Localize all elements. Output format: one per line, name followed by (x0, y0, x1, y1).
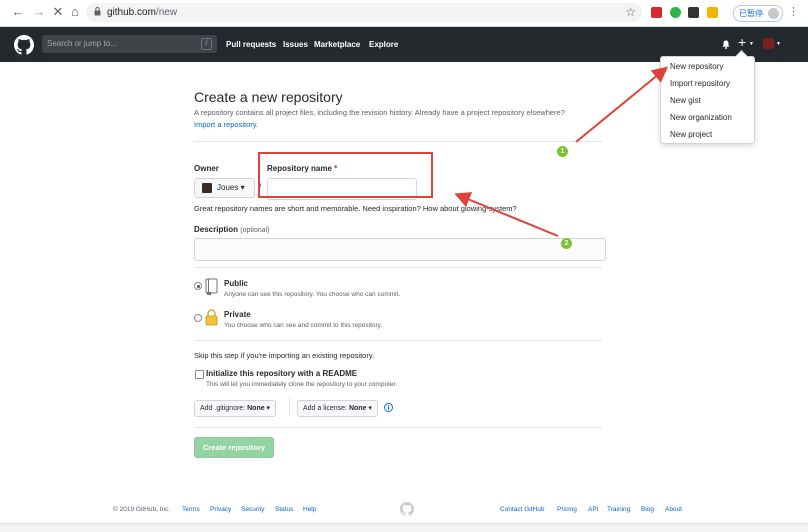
profile-chip[interactable]: 已暂停 (733, 5, 783, 22)
back-icon[interactable]: ← (10, 4, 26, 20)
private-title: Private (224, 310, 251, 319)
divider (194, 267, 602, 268)
home-icon[interactable]: ⌂ (67, 4, 83, 20)
profile-avatar (768, 8, 779, 19)
menu-item-new-gist[interactable]: New gist (670, 96, 701, 105)
divider (194, 340, 602, 341)
owner-avatar (202, 183, 212, 193)
chevron-down-icon[interactable]: ▼ (749, 41, 754, 47)
footer-link-help[interactable]: Help (303, 506, 316, 513)
divider (289, 398, 290, 416)
public-radio[interactable] (194, 282, 202, 290)
menu-item-new-project[interactable]: New project (670, 130, 712, 139)
footer-link-security[interactable]: Security (241, 506, 264, 513)
create-repository-button[interactable]: Create repository (194, 437, 274, 458)
user-avatar[interactable] (763, 38, 774, 49)
annotation-highlight-box (258, 152, 433, 198)
footer-link-privacy[interactable]: Privacy (210, 506, 231, 513)
search-input[interactable]: Search or jump to... / (42, 35, 217, 53)
create-new-dropdown: New repository Import repository New gis… (660, 50, 755, 144)
readme-checkbox[interactable] (195, 370, 204, 379)
nav-pull-requests[interactable]: Pull requests (226, 40, 276, 49)
import-repository-link[interactable]: Import a repository. (194, 120, 258, 129)
footer-link-blog[interactable]: Blog (641, 506, 654, 513)
footer-link-contact[interactable]: Contact GitHub (500, 506, 544, 513)
github-footer-logo-icon[interactable] (400, 502, 414, 516)
private-description: You choose who can see and commit to thi… (224, 322, 383, 329)
address-bar[interactable]: github.com/new ☆ (86, 3, 642, 22)
owner-select[interactable]: Joues ▾ (194, 178, 255, 198)
page-title: Create a new repository (194, 89, 343, 105)
extension-icon[interactable] (670, 7, 681, 18)
owner-label: Owner (194, 164, 219, 173)
lock-icon (94, 7, 101, 16)
footer-link-about[interactable]: About (665, 506, 682, 513)
nav-marketplace[interactable]: Marketplace (314, 40, 360, 49)
description-input[interactable] (194, 238, 606, 261)
footer-link-training[interactable]: Training (607, 506, 630, 513)
divider (194, 427, 602, 428)
repo-name-hint: Great repository names are short and mem… (194, 204, 517, 213)
info-icon[interactable] (384, 403, 393, 412)
divider (194, 141, 602, 142)
license-select[interactable]: Add a license: None ▾ (297, 400, 378, 417)
chevron-down-icon[interactable]: ▼ (776, 41, 781, 47)
page-subtitle: A repository contains all project files,… (194, 108, 565, 117)
footer-link-status[interactable]: Status (275, 506, 293, 513)
menu-item-import-repository[interactable]: Import repository (670, 79, 730, 88)
stop-icon[interactable]: ✕ (50, 4, 66, 20)
annotation-badge-1: 1 (557, 146, 568, 157)
readme-description: This will let you immediately clone the … (206, 381, 398, 388)
extension-icon[interactable] (688, 7, 699, 18)
footer-link-pricing[interactable]: Pricing (557, 506, 577, 513)
menu-item-new-repository[interactable]: New repository (670, 62, 723, 71)
browser-menu-icon[interactable]: ⋮ (788, 5, 799, 18)
footer-copyright: © 2019 GitHub, Inc. (113, 506, 171, 513)
footer: © 2019 GitHub, Inc. Terms Privacy Securi… (0, 493, 808, 523)
nav-issues[interactable]: Issues (283, 40, 308, 49)
forward-icon[interactable]: → (31, 4, 47, 20)
readme-label[interactable]: Initialize this repository with a README (206, 369, 357, 378)
footer-link-api[interactable]: API (588, 506, 598, 513)
extension-icon[interactable] (651, 7, 662, 18)
private-lock-icon (205, 309, 218, 326)
url-text: github.com/new (107, 7, 178, 18)
nav-explore[interactable]: Explore (369, 40, 398, 49)
extension-icon[interactable] (707, 7, 718, 18)
public-title: Public (224, 279, 249, 288)
bookmark-star-icon[interactable]: ☆ (625, 5, 636, 19)
create-new-plus-icon[interactable]: + (738, 34, 746, 50)
skip-text: Skip this step if you're importing an ex… (194, 351, 375, 360)
annotation-badge-2: 2 (561, 238, 572, 249)
notifications-bell-icon[interactable] (722, 40, 730, 49)
description-label: Description (optional) (194, 225, 270, 234)
footer-link-terms[interactable]: Terms (182, 506, 200, 513)
github-logo-icon[interactable] (14, 35, 34, 55)
menu-item-new-organization[interactable]: New organization (670, 113, 732, 122)
public-description: Anyone can see this repository. You choo… (224, 291, 401, 298)
search-shortcut-hint: / (201, 38, 212, 50)
repo-book-icon (205, 278, 218, 295)
private-radio[interactable] (194, 314, 202, 322)
gitignore-select[interactable]: Add .gitignore: None ▾ (194, 400, 277, 417)
browser-toolbar: ← → ✕ ⌂ github.com/new ☆ 已暂停 ⋮ (0, 0, 808, 27)
